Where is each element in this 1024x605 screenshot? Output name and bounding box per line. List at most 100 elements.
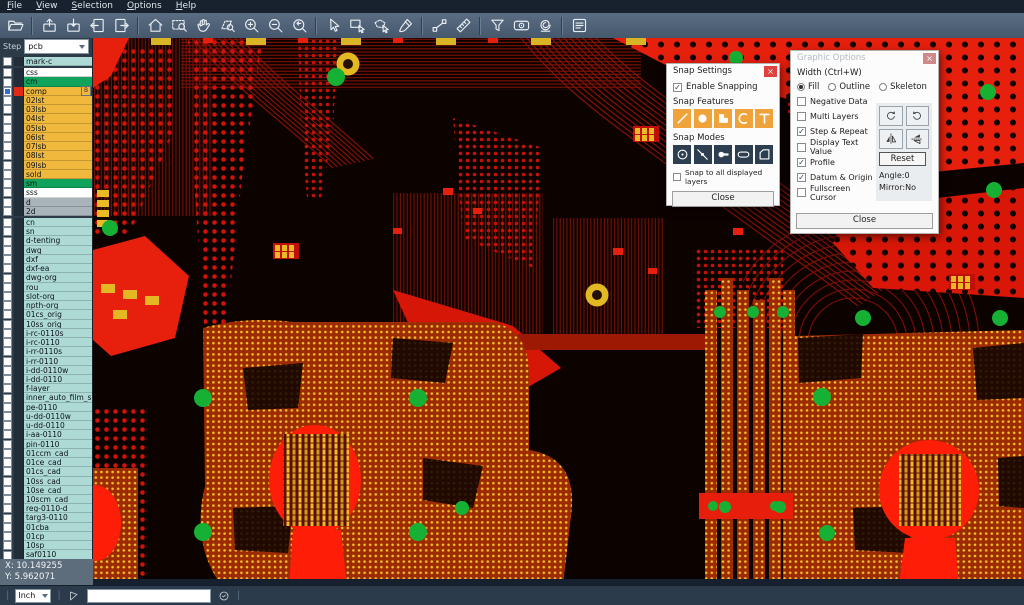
layer-visibility-checkbox[interactable] <box>3 105 12 114</box>
layer-name[interactable]: 03lsb <box>24 105 92 114</box>
layer-name[interactable]: sm <box>24 179 92 188</box>
tool-zoom-window-button[interactable] <box>215 15 239 37</box>
layer-row-i-dd-0110[interactable]: i-dd-0110 <box>0 375 92 384</box>
layer-visibility-checkbox[interactable] <box>3 87 12 96</box>
layer-visibility-checkbox[interactable] <box>3 430 12 439</box>
menu-item-selection[interactable]: Selection <box>64 0 119 13</box>
layer-color-swatch[interactable] <box>14 449 24 458</box>
layer-row-05lsb[interactable]: 05lsb <box>0 124 92 133</box>
layer-name[interactable]: 04lst <box>24 114 92 123</box>
step-select[interactable]: pcb <box>24 39 89 54</box>
layer-visibility-checkbox[interactable] <box>3 495 12 504</box>
layer-name[interactable]: reg-0110-d <box>24 504 92 513</box>
graphic-option-negative-data[interactable]: Negative Data <box>797 94 873 109</box>
tool-export-button[interactable] <box>61 15 85 37</box>
layer-visibility-checkbox[interactable] <box>3 514 12 523</box>
layer-visibility-checkbox[interactable] <box>3 198 12 207</box>
snap-feat-line-button[interactable] <box>673 109 691 128</box>
layer-color-swatch[interactable] <box>14 393 24 402</box>
layer-row-npth-org[interactable]: npth-org <box>0 301 92 310</box>
option-checkbox[interactable] <box>797 143 806 152</box>
layer-row-01cba[interactable]: 01cba <box>0 523 92 532</box>
layer-color-swatch[interactable] <box>14 96 24 105</box>
layer-visibility-checkbox[interactable] <box>3 320 12 329</box>
layer-name[interactable]: dxf <box>24 255 92 264</box>
snap-feat-arc-button[interactable] <box>735 109 753 128</box>
layer-color-swatch[interactable] <box>14 170 24 179</box>
layer-color-swatch[interactable] <box>14 430 24 439</box>
layer-name[interactable]: d <box>24 198 92 207</box>
layer-visibility-checkbox[interactable] <box>3 133 12 142</box>
layer-row-02lst[interactable]: 02lst <box>0 96 92 105</box>
mirror-h-button[interactable] <box>879 129 903 149</box>
layer-color-swatch[interactable] <box>14 532 24 541</box>
layer-visibility-checkbox[interactable] <box>3 375 12 384</box>
layer-visibility-checkbox[interactable] <box>3 329 12 338</box>
layer-name[interactable]: 07lsb <box>24 142 92 151</box>
tool-import-button[interactable] <box>37 15 61 37</box>
snap-feat-pad-button[interactable] <box>694 109 712 128</box>
snap-dialog-titlebar[interactable]: Snap Settings × <box>667 64 779 78</box>
layer-name[interactable]: 02lst <box>24 96 92 105</box>
layer-visibility-checkbox[interactable] <box>3 338 12 347</box>
tool-measure-line-button[interactable] <box>427 15 451 37</box>
layer-name[interactable]: targ3-0110 <box>24 513 92 522</box>
layer-visibility-checkbox[interactable] <box>3 412 12 421</box>
layer-color-swatch[interactable] <box>14 403 24 412</box>
layer-color-swatch[interactable] <box>14 440 24 449</box>
tool-zoom-in-button[interactable] <box>239 15 263 37</box>
close-icon[interactable]: × <box>923 53 936 64</box>
layer-visibility-checkbox[interactable] <box>3 504 12 513</box>
layer-row-dwg-org[interactable]: dwg-org <box>0 273 92 282</box>
menu-item-help[interactable]: Help <box>169 0 204 13</box>
snap-feat-text-button[interactable] <box>755 109 773 128</box>
layer-name[interactable]: 08lst <box>24 151 92 160</box>
tool-select-cursor-button[interactable] <box>321 15 345 37</box>
layer-name[interactable]: sold <box>24 170 92 179</box>
graphic-close-button[interactable]: Close <box>796 213 933 229</box>
layer-name[interactable]: pin-0110 <box>24 440 92 449</box>
layer-name[interactable]: 10ss_cad <box>24 477 92 486</box>
layer-visibility-checkbox[interactable] <box>3 283 12 292</box>
layer-visibility-checkbox[interactable] <box>3 532 12 541</box>
layer-name[interactable]: 10ss_orig <box>24 320 92 329</box>
layer-row-10se_cad[interactable]: 10se_cad <box>0 486 92 495</box>
option-checkbox[interactable] <box>797 97 806 106</box>
layer-visibility-checkbox[interactable] <box>3 78 12 87</box>
layer-visibility-checkbox[interactable] <box>3 255 12 264</box>
layer-row-09lsb[interactable]: 09lsb <box>0 161 92 170</box>
layer-color-swatch[interactable] <box>14 458 24 467</box>
layer-color-swatch[interactable] <box>14 133 24 142</box>
tool-select-polygon-button[interactable] <box>369 15 393 37</box>
layer-color-swatch[interactable] <box>14 246 24 255</box>
snap-mode-surface-button[interactable] <box>755 145 773 164</box>
layer-color-swatch[interactable] <box>14 357 24 366</box>
layer-name[interactable]: 10se_cad <box>24 486 92 495</box>
layer-row-07lsb[interactable]: 07lsb <box>0 142 92 151</box>
layer-name[interactable]: pe-0110 <box>24 403 92 412</box>
layer-row-01cs_cad[interactable]: 01cs_cad <box>0 467 92 476</box>
snap-all-layers-row[interactable]: Snap to all displayed layers <box>673 168 773 186</box>
layer-color-swatch[interactable] <box>14 421 24 430</box>
layer-visibility-checkbox[interactable] <box>3 151 12 160</box>
layer-visibility-checkbox[interactable] <box>3 347 12 356</box>
layer-row-i-dd-0110w[interactable]: i-dd-0110w <box>0 366 92 375</box>
layer-row-i-aa-0110[interactable]: i-aa-0110 <box>0 430 92 439</box>
layer-name[interactable]: 01cp <box>24 532 92 541</box>
layer-color-swatch[interactable] <box>14 347 24 356</box>
layer-visibility-checkbox[interactable] <box>3 237 12 246</box>
layer-visibility-checkbox[interactable] <box>3 541 12 550</box>
layer-color-swatch[interactable] <box>14 467 24 476</box>
option-checkbox[interactable]: ✓ <box>797 158 806 167</box>
layer-visibility-checkbox[interactable] <box>3 115 12 124</box>
layer-name[interactable]: i-rr-0110s <box>24 347 92 356</box>
tool-zoom-previous-button[interactable] <box>287 15 311 37</box>
layer-color-swatch[interactable] <box>14 255 24 264</box>
layer-row-u-dd-0110[interactable]: u-dd-0110 <box>0 421 92 430</box>
layer-row-08lst[interactable]: 08lst <box>0 151 92 160</box>
layer-visibility-checkbox[interactable] <box>3 467 12 476</box>
layer-visibility-checkbox[interactable] <box>3 403 12 412</box>
layer-row-i-rr-0110[interactable]: i-rr-0110 <box>0 357 92 366</box>
layer-visibility-checkbox[interactable] <box>3 124 12 133</box>
layer-color-swatch[interactable] <box>14 283 24 292</box>
